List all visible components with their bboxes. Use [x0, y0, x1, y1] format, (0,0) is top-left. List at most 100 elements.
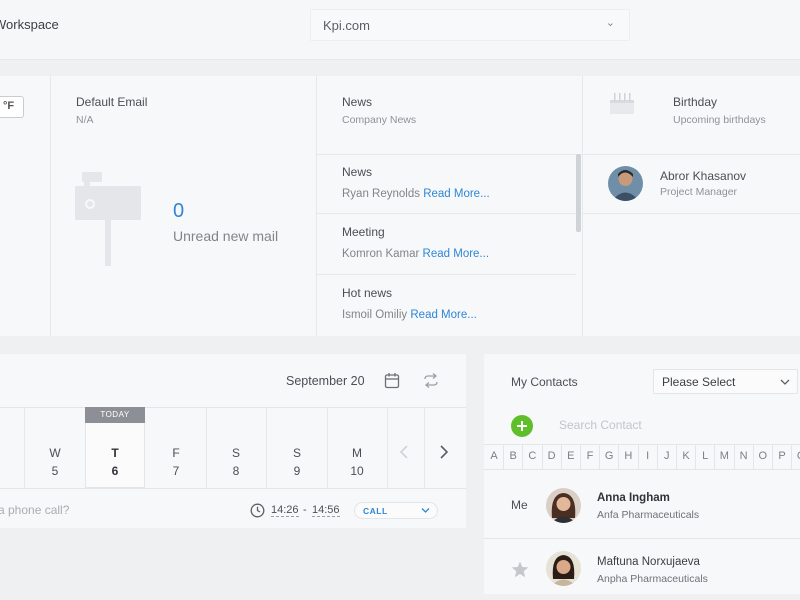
read-more-link[interactable]: Read More... — [410, 309, 476, 321]
calendar-day-today[interactable]: T 6 — [85, 408, 145, 488]
chevron-down-icon — [780, 379, 790, 385]
divider — [387, 408, 388, 488]
birthday-person[interactable]: Abror Khasanov Project Manager — [608, 166, 798, 202]
news-item[interactable]: Hot news Ismoil Omiliy Read More... — [342, 286, 574, 321]
alphabet-letter[interactable]: A — [485, 450, 503, 462]
news-item[interactable]: Meeting Komron Kamar Read More... — [342, 225, 574, 260]
contacts-filter-select[interactable]: Please Select — [653, 369, 798, 394]
alphabet-filter: ABCDEFGHIJKLMNOPQ — [484, 444, 800, 470]
read-more-link[interactable]: Read More... — [423, 248, 489, 260]
contact-row[interactable]: Maftuna Norxujaeva Anpha Pharmaceuticals — [484, 539, 800, 594]
alphabet-letter[interactable]: M — [715, 450, 733, 462]
divider — [582, 154, 800, 155]
mailbox-icon — [75, 172, 141, 266]
news-item-author: Ismoil Omiliy — [342, 309, 408, 321]
news-item-author: Komron Kamar — [342, 248, 420, 260]
alphabet-letter[interactable]: L — [696, 450, 714, 462]
alphabet-letter[interactable]: D — [543, 450, 561, 462]
alphabet-letter[interactable]: J — [658, 450, 676, 462]
avatar — [608, 166, 643, 201]
day-number: 9 — [293, 464, 301, 478]
alphabet-letter[interactable]: E — [562, 450, 580, 462]
avatar — [546, 488, 581, 523]
alphabet-letter[interactable]: B — [504, 450, 522, 462]
calendar-day[interactable]: M 10 — [327, 408, 387, 488]
call-type-value: CALL — [363, 506, 388, 516]
day-number: 10 — [350, 464, 364, 478]
birthday-cake-icon — [610, 93, 634, 114]
news-item-title: News — [342, 165, 373, 179]
email-value: N/A — [76, 114, 94, 126]
alphabet-letter[interactable]: G — [600, 450, 618, 462]
alphabet-letter[interactable]: F — [581, 450, 599, 462]
news-item-title: Hot news — [342, 286, 393, 300]
workspace-label: Workspace — [0, 17, 59, 32]
contact-company: Anpha Pharmaceuticals — [597, 573, 708, 585]
time-from-field[interactable]: 14:26 — [271, 504, 299, 517]
calendar-icon[interactable] — [384, 372, 400, 389]
day-weekday: M — [352, 446, 362, 460]
day-number: 5 — [51, 464, 59, 478]
unread-mail-label: Unread new mail — [173, 228, 279, 244]
email-title: Default Email — [76, 95, 148, 109]
divider — [316, 274, 576, 275]
divider — [316, 154, 582, 155]
divider — [424, 408, 425, 488]
read-more-link[interactable]: Read More... — [423, 188, 489, 200]
contact-row[interactable]: Anna Ingham Anfa Pharmaceuticals — [484, 471, 800, 539]
news-scrollbar[interactable] — [576, 154, 581, 232]
divider — [316, 76, 317, 336]
alphabet-letter[interactable]: P — [773, 450, 791, 462]
alphabet-letter[interactable]: Q — [792, 450, 800, 462]
birthday-title: Birthday — [673, 95, 718, 109]
chevron-right-icon[interactable] — [438, 444, 450, 460]
alphabet-letter[interactable]: N — [735, 450, 753, 462]
birthday-subtitle: Upcoming birthdays — [673, 114, 766, 126]
calendar-day[interactable]: S 9 — [267, 408, 327, 488]
news-item-author: Ryan Reynolds — [342, 188, 420, 200]
contact-company: Anfa Pharmaceuticals — [597, 509, 700, 521]
refresh-icon[interactable] — [422, 373, 440, 388]
avatar — [546, 551, 581, 586]
calendar-day[interactable]: W 5 — [25, 408, 85, 488]
time-to-field[interactable]: 14:56 — [312, 504, 340, 517]
search-contact-input[interactable]: Search Contact — [559, 418, 642, 432]
calendar-day[interactable]: F 7 — [146, 408, 206, 488]
alphabet-letter[interactable]: K — [677, 450, 695, 462]
call-subject-input[interactable]: a phone call? — [0, 503, 69, 517]
day-number: 7 — [172, 464, 180, 478]
contacts-title: My Contacts — [511, 375, 578, 389]
top-bar: Workspace Kpi.com ⌄ — [0, 0, 800, 60]
birthday-person-role: Project Manager — [660, 186, 738, 198]
contact-name: Maftuna Norxujaeva — [597, 556, 700, 568]
alphabet-letter[interactable]: C — [523, 450, 541, 462]
time-separator: - — [303, 504, 307, 516]
divider — [0, 488, 466, 489]
divider — [316, 213, 576, 214]
day-weekday: S — [231, 446, 240, 460]
chevron-down-icon — [421, 508, 430, 513]
contact-name: Anna Ingham — [597, 492, 670, 504]
calendar-panel: September 20 TODAY W 5 T 6 F 7 S 8 S 9 M… — [0, 354, 466, 528]
add-contact-icon[interactable] — [511, 415, 533, 437]
call-type-select[interactable]: CALL — [354, 502, 438, 519]
chevron-left-icon[interactable] — [398, 444, 410, 460]
divider — [582, 76, 583, 336]
domain-select[interactable]: Kpi.com ⌄ — [310, 9, 630, 41]
news-item[interactable]: News Ryan Reynolds Read More... — [342, 165, 574, 200]
contacts-filter-value: Please Select — [662, 375, 736, 389]
temperature-unit-button[interactable]: °F — [0, 96, 24, 118]
day-weekday: F — [172, 446, 180, 460]
alphabet-letter[interactable]: H — [619, 450, 637, 462]
unread-mail-count[interactable]: 0 — [173, 200, 184, 223]
news-item-title: Meeting — [342, 225, 385, 239]
day-weekday: T — [111, 446, 119, 460]
day-number: 8 — [232, 464, 240, 478]
alphabet-letter[interactable]: O — [754, 450, 772, 462]
domain-select-value: Kpi.com — [323, 18, 370, 33]
birthday-person-name: Abror Khasanov — [660, 169, 747, 183]
clock-icon — [250, 503, 265, 518]
alphabet-letter[interactable]: I — [639, 450, 657, 462]
calendar-day[interactable]: S 8 — [206, 408, 266, 488]
divider — [582, 213, 800, 214]
